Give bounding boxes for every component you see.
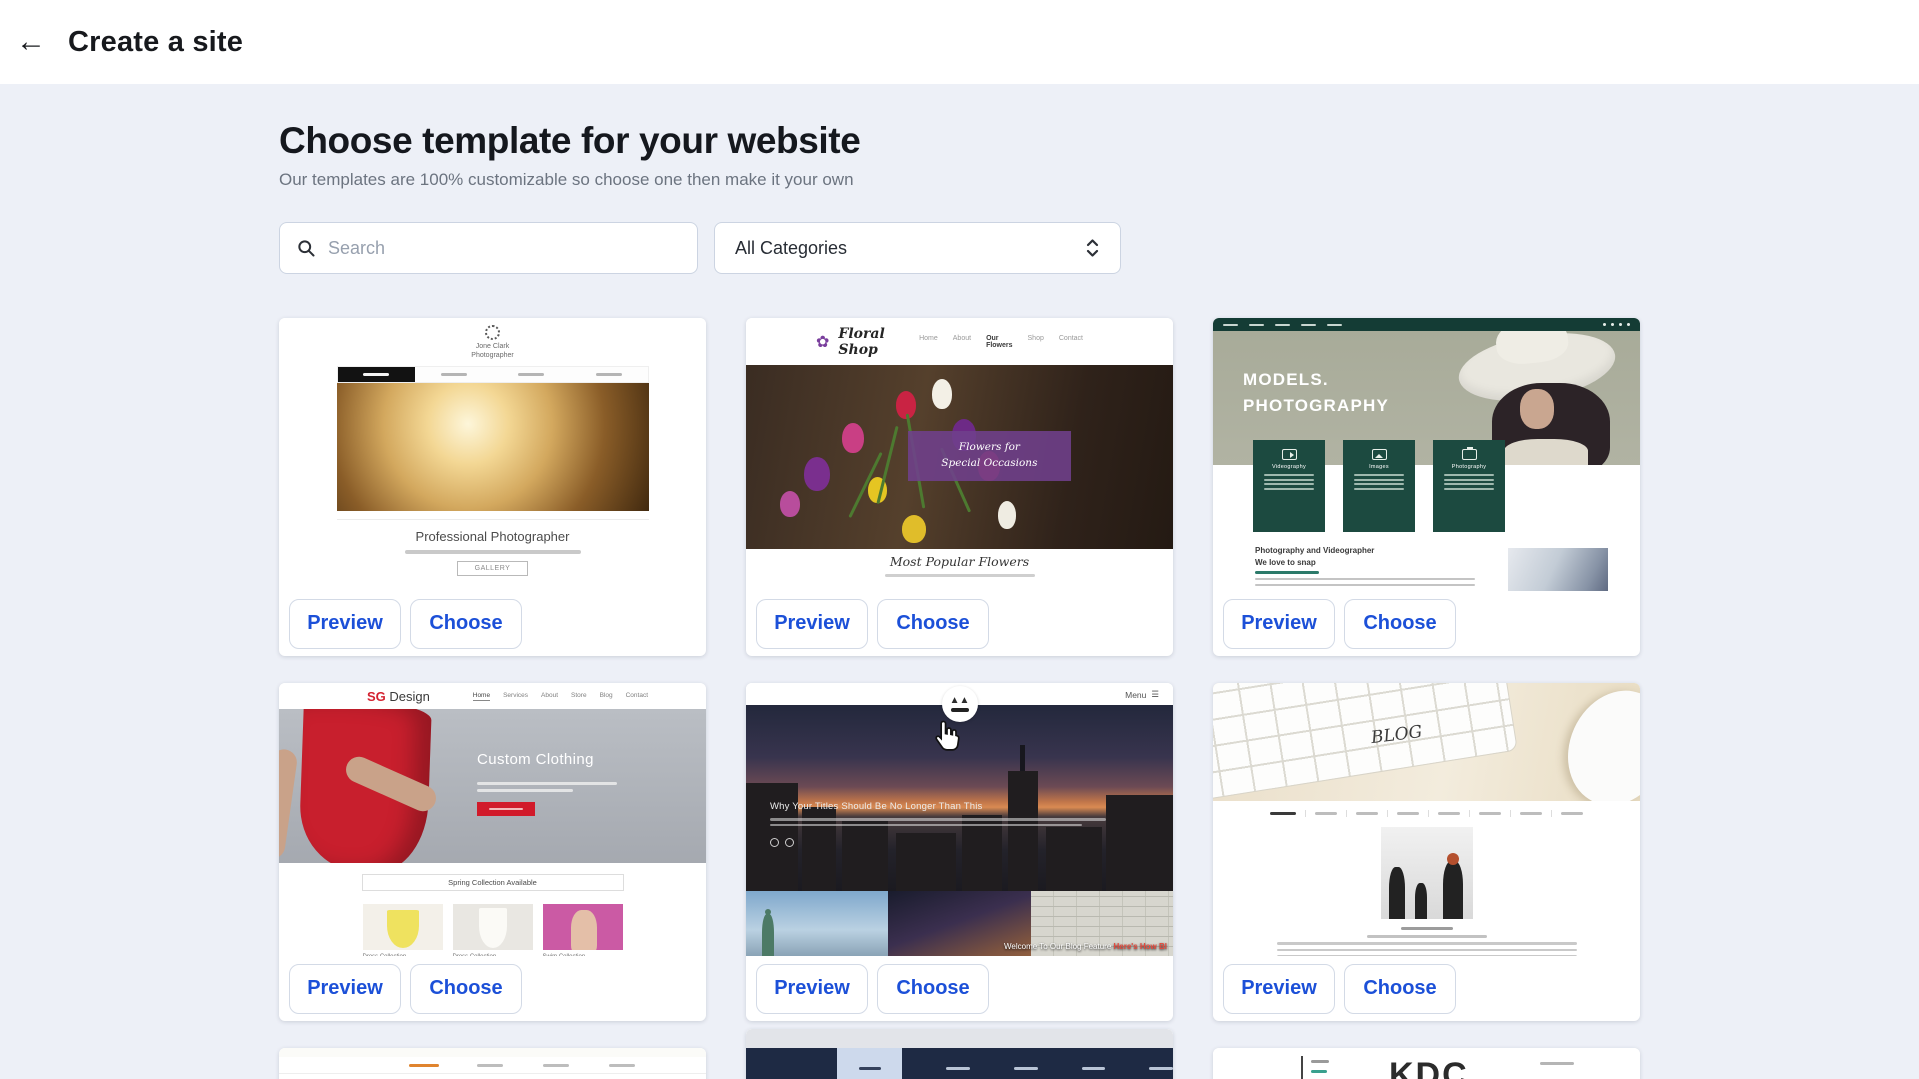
choose-button[interactable]: Choose [877, 964, 989, 1014]
carousel-dots [770, 838, 1106, 847]
thumb-section-heading: Most Popular Flowers [746, 554, 1173, 569]
thumb-nav [746, 1048, 1173, 1079]
template-card-sg-design: SG Design HomeServicesAboutStoreBlogCont… [279, 683, 706, 1021]
thumb-hero-title: Why Your Titles Should Be No Longer Than… [770, 801, 1106, 812]
thumb-nav [1213, 318, 1640, 331]
app-header: ← Create a site [0, 0, 1919, 84]
mouse-shape [1550, 683, 1640, 801]
category-dropdown-value: All Categories [735, 238, 847, 259]
card-footer: Preview Choose [1213, 591, 1640, 656]
preview-button[interactable]: Preview [756, 599, 868, 649]
template-card-partial-3: KDC [1213, 1048, 1640, 1079]
thumb-subtitle-placeholder [885, 574, 1035, 577]
chevron-updown-icon [1085, 237, 1100, 259]
back-arrow-icon: ← [16, 25, 46, 59]
template-thumbnail-partial-3: KDC [1213, 1048, 1640, 1079]
search-box[interactable] [279, 222, 698, 274]
video-icon [1282, 449, 1297, 460]
template-thumbnail-partial-1 [279, 1048, 706, 1079]
filter-controls: All Categories [279, 222, 1640, 274]
thumb-brand: Floral Shop [838, 326, 919, 358]
page-subtitle: Our templates are 100% customizable so c… [279, 170, 1640, 190]
template-grid: Jone Clark Photographer Professional Pho… [279, 318, 1640, 1079]
app-title: Create a site [68, 26, 243, 59]
search-input[interactable] [328, 238, 681, 259]
thumb-hero-banner: Flowers for Special Occasions [908, 431, 1070, 481]
preview-button[interactable]: Preview [756, 964, 868, 1014]
thumb-hero-photo: Flowers for Special Occasions [746, 365, 1173, 549]
back-button[interactable]: ← [8, 19, 54, 65]
thumb-hero-photo [337, 383, 649, 511]
thumb-hero: Custom Clothing [279, 709, 706, 863]
main-content: Choose template for your website Our tem… [279, 84, 1640, 1079]
thumb-products: Dress Collection Dress Collection Swim C… [279, 904, 706, 956]
template-card-partial-2 [746, 1029, 1173, 1079]
category-dropdown[interactable]: All Categories [714, 222, 1121, 274]
thumb-cta-button [477, 802, 535, 816]
search-icon [296, 238, 316, 258]
template-card-professional-photographer: Jone Clark Photographer Professional Pho… [279, 318, 706, 656]
choose-button[interactable]: Choose [410, 599, 522, 649]
card-footer: Preview Choose [1213, 956, 1640, 1021]
preview-button[interactable]: Preview [1223, 964, 1335, 1014]
template-card-blog: BLOG [1213, 683, 1640, 1021]
thumb-hero-title: Custom Clothing [477, 751, 617, 768]
thumb-nav: HomeAboutOur FlowersShopContact [919, 335, 1083, 349]
thumb-tagline-placeholder [405, 550, 581, 554]
card-footer: Preview Choose [746, 591, 1173, 656]
card-footer: Preview Choose [279, 956, 706, 1021]
thumb-title: Professional Photographer [279, 529, 706, 544]
image-icon [1372, 449, 1387, 460]
thumb-feature-cards: Videography Images Photography [1253, 440, 1505, 532]
thumb-nav [279, 1057, 706, 1074]
keyboard-shape [1213, 683, 1518, 801]
statue-of-liberty-image [746, 891, 888, 956]
template-thumbnail-travel: Menu ☰ ▲▲ Why Your Titles Should Be No L… [746, 683, 1173, 956]
template-thumbnail-photographer: Jone Clark Photographer Professional Pho… [279, 318, 706, 591]
thumb-nav: HomeServicesAboutStoreBlogContact [473, 692, 648, 701]
template-thumbnail-blog: BLOG [1213, 683, 1640, 956]
thumb-brand: SG Design [367, 689, 430, 704]
choose-button[interactable]: Choose [410, 964, 522, 1014]
social-icons [1603, 323, 1630, 326]
aperture-logo-icon [485, 325, 500, 340]
choose-button[interactable]: Choose [1344, 599, 1456, 649]
thumb-caption: Welcome To Our Blog Feature Here's How B… [1004, 942, 1167, 951]
template-card-floral-shop: ✿ Floral Shop HomeAboutOur FlowersShopCo… [746, 318, 1173, 656]
thumb-image-strip: Welcome To Our Blog Feature Here's How B… [746, 891, 1173, 956]
thumb-section-heading: Spring Collection Available [362, 874, 624, 891]
thumb-side-image [1508, 548, 1608, 591]
choose-button[interactable]: Choose [1344, 964, 1456, 1014]
template-thumbnail-models: MODELS. PHOTOGRAPHY Videography Images P… [1213, 318, 1640, 591]
camera-icon [1462, 449, 1477, 460]
thumb-brand: KDC [1389, 1056, 1469, 1079]
thumb-hero-title: MODELS. PHOTOGRAPHY [1243, 367, 1389, 420]
thumb-nav [337, 366, 649, 383]
thumb-nav [1213, 810, 1640, 817]
template-thumbnail-partial-2 [746, 1029, 1173, 1079]
template-card-travel-blog: Menu ☰ ▲▲ Why Your Titles Should Be No L… [746, 683, 1173, 1021]
hamburger-icon: ☰ [1151, 689, 1159, 700]
thumb-header-strip [746, 1029, 1173, 1048]
thumb-gallery-button: GALLERY [457, 561, 529, 576]
preview-button[interactable]: Preview [289, 964, 401, 1014]
thumb-body: Photography and Videographer We love to … [1213, 546, 1640, 586]
preview-button[interactable]: Preview [1223, 599, 1335, 649]
thumb-hero-keyboard: BLOG [1213, 683, 1640, 801]
template-card-partial-1 [279, 1048, 706, 1079]
page-title: Choose template for your website [279, 120, 1640, 162]
template-card-models-photography: MODELS. PHOTOGRAPHY Videography Images P… [1213, 318, 1640, 656]
card-footer: Preview Choose [279, 591, 706, 656]
template-thumbnail-floral: ✿ Floral Shop HomeAboutOur FlowersShopCo… [746, 318, 1173, 591]
thumb-menu: Menu ☰ [1125, 689, 1159, 700]
mountain-logo-icon: ▲▲ [942, 686, 978, 722]
flower-logo-icon: ✿ [816, 332, 829, 352]
mouse-cursor-icon [932, 719, 962, 753]
template-thumbnail-sg-design: SG Design HomeServicesAboutStoreBlogCont… [279, 683, 706, 956]
card-footer: Preview Choose [746, 956, 1173, 1021]
choose-button[interactable]: Choose [877, 599, 989, 649]
thumb-article-photo [1381, 827, 1473, 919]
preview-button[interactable]: Preview [289, 599, 401, 649]
thumb-brand: Jone Clark Photographer [279, 342, 706, 361]
